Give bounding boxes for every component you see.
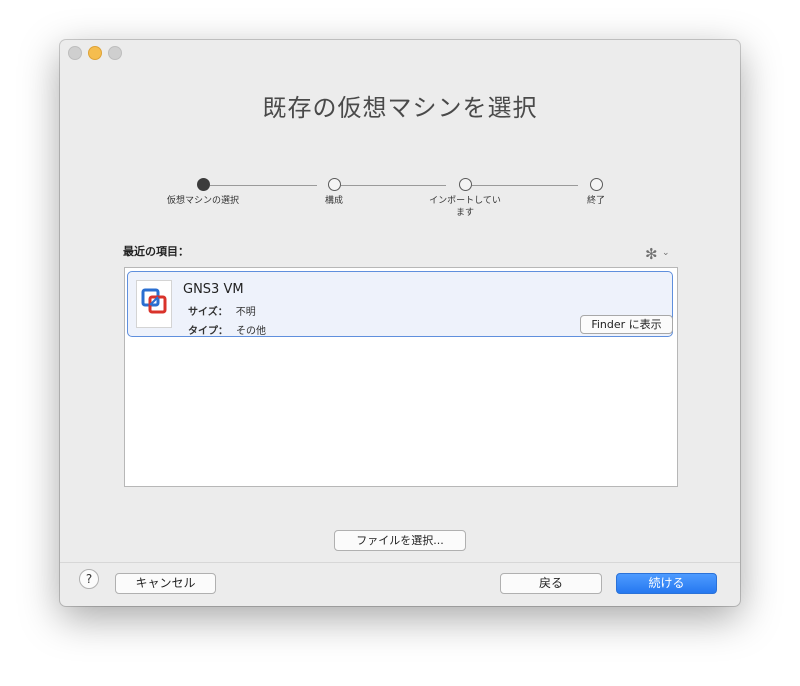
progress-steps: 仮想マシンの選択 構成 インポートしています 終了 — [60, 178, 740, 238]
back-button[interactable]: 戻る — [500, 573, 602, 594]
help-button[interactable]: ? — [79, 569, 99, 589]
vm-size-value: 不明 — [235, 307, 256, 318]
vm-type-row: タイプ： その他 — [188, 322, 266, 337]
recent-items-label: 最近の項目： — [123, 245, 189, 258]
step-label-import: インポートしています — [429, 196, 501, 218]
step-label-config: 構成 — [324, 196, 343, 206]
step-connector — [341, 185, 446, 186]
vm-size-row: サイズ： 不明 — [188, 303, 256, 318]
cancel-button[interactable]: キャンセル — [115, 573, 216, 594]
step-indicator-finish — [590, 178, 603, 191]
step-indicator-import — [459, 178, 472, 191]
continue-button[interactable]: 続ける — [616, 573, 717, 594]
vm-size-key: サイズ： — [188, 307, 228, 318]
footer-divider — [60, 562, 740, 563]
show-in-finder-button[interactable]: Finder に表示 — [580, 315, 673, 334]
step-indicator-config — [328, 178, 341, 191]
step-connector — [472, 185, 578, 186]
minimize-window-button[interactable] — [88, 46, 102, 60]
chevron-down-icon[interactable]: ⌄ — [662, 248, 670, 258]
step-connector — [210, 185, 317, 186]
import-vm-window: 既存の仮想マシンを選択 仮想マシンの選択 構成 インポートしています 終了 最近… — [60, 40, 740, 606]
vm-type-key: タイプ： — [188, 326, 228, 337]
vm-name: GNS3 VM — [183, 282, 244, 297]
recent-items-list[interactable]: GNS3 VM サイズ： 不明 タイプ： その他 Finder に表示 — [124, 267, 678, 487]
vm-type-value: その他 — [236, 326, 266, 337]
page-title: 既存の仮想マシンを選択 — [262, 94, 538, 122]
close-window-button[interactable] — [68, 46, 82, 60]
vmware-icon — [136, 280, 172, 328]
choose-file-button[interactable]: ファイルを選択... — [334, 530, 466, 551]
gear-icon[interactable]: ✻ — [645, 247, 658, 262]
step-label-select: 仮想マシンの選択 — [166, 196, 239, 206]
list-item[interactable]: GNS3 VM サイズ： 不明 タイプ： その他 Finder に表示 — [127, 271, 673, 337]
step-label-finish: 終了 — [586, 196, 605, 206]
step-indicator-select — [197, 178, 210, 191]
zoom-window-button[interactable] — [108, 46, 122, 60]
